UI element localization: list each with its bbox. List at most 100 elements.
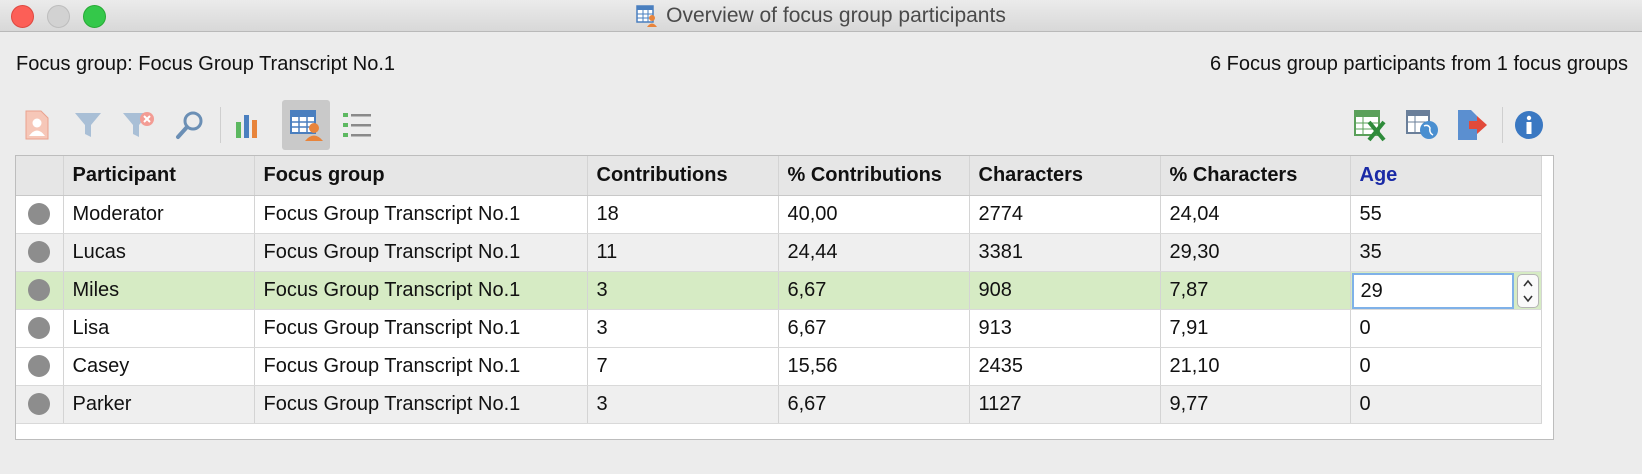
export-icon <box>1458 110 1487 140</box>
title-wrap: Overview of focus group participants <box>0 0 1642 32</box>
cell-pct-contributions[interactable]: 24,44 <box>778 233 970 272</box>
cell-pct-contributions[interactable]: 6,67 <box>778 309 970 348</box>
chevron-down-icon[interactable] <box>1518 291 1538 306</box>
row-marker <box>16 347 64 386</box>
toolbar-separator-right <box>1502 107 1503 143</box>
excel-export-icon <box>1354 110 1386 142</box>
cell-age[interactable]: 35 <box>1350 233 1542 272</box>
row-marker <box>16 195 64 234</box>
column-header-participant[interactable]: Participant <box>63 156 255 196</box>
row-marker <box>16 271 64 310</box>
chart-button[interactable] <box>228 103 268 147</box>
cell-characters[interactable]: 2435 <box>969 347 1161 386</box>
column-header-marker[interactable] <box>16 156 64 196</box>
participants-summary: 6 Focus group participants from 1 focus … <box>1210 53 1628 75</box>
excel-export-button[interactable] <box>1350 103 1390 147</box>
cell-participant[interactable]: Moderator <box>63 195 255 234</box>
cell-pct-contributions[interactable]: 6,67 <box>778 271 970 310</box>
cell-pct-contributions[interactable]: 40,00 <box>778 195 970 234</box>
cell-contributions[interactable]: 18 <box>587 195 779 234</box>
cell-contributions[interactable]: 11 <box>587 233 779 272</box>
column-header-focus-group[interactable]: Focus group <box>254 156 588 196</box>
row-marker <box>16 309 64 348</box>
cell-participant[interactable]: Lucas <box>63 233 255 272</box>
cell-participant[interactable]: Casey <box>63 347 255 386</box>
column-header-pct-characters[interactable]: % Characters <box>1160 156 1351 196</box>
age-stepper[interactable] <box>1516 273 1539 308</box>
info-icon <box>1515 111 1543 139</box>
cell-pct-characters[interactable]: 24,04 <box>1160 195 1351 234</box>
cell-focus-group[interactable]: Focus Group Transcript No.1 <box>254 233 588 272</box>
table-header-row: Participant Focus group Contributions % … <box>16 156 1542 196</box>
status-dot <box>28 203 51 226</box>
cell-participant[interactable]: Lisa <box>63 309 255 348</box>
cell-pct-characters[interactable]: 7,87 <box>1160 271 1351 310</box>
cell-pct-characters[interactable]: 21,10 <box>1160 347 1351 386</box>
cell-contributions[interactable]: 7 <box>587 347 779 386</box>
column-header-contributions[interactable]: Contributions <box>587 156 779 196</box>
cell-contributions[interactable]: 3 <box>587 309 779 348</box>
filter-button[interactable] <box>68 103 108 147</box>
cell-focus-group[interactable]: Focus Group Transcript No.1 <box>254 271 588 310</box>
cell-focus-group[interactable]: Focus Group Transcript No.1 <box>254 309 588 348</box>
column-header-age[interactable]: Age <box>1350 156 1542 196</box>
list-view-icon <box>343 113 371 137</box>
focus-group-label: Focus group: Focus Group Transcript No.1 <box>16 53 396 75</box>
cell-pct-characters[interactable]: 7,91 <box>1160 309 1351 348</box>
clear-filter-button[interactable] <box>118 103 158 147</box>
table-row[interactable]: Lucas Focus Group Transcript No.1 11 24,… <box>16 233 1542 272</box>
age-edit-box[interactable] <box>1351 272 1514 308</box>
cell-age-editing[interactable] <box>1350 271 1542 310</box>
bar-chart-icon <box>236 115 257 138</box>
cell-participant[interactable]: Miles <box>63 271 255 310</box>
cell-age[interactable]: 0 <box>1350 385 1542 424</box>
column-header-pct-contributions[interactable]: % Contributions <box>778 156 970 196</box>
toolbar-separator <box>220 107 221 143</box>
cell-characters[interactable]: 1127 <box>969 385 1161 424</box>
row-marker <box>16 233 64 272</box>
export-button[interactable] <box>1452 103 1492 147</box>
cell-age[interactable]: 55 <box>1350 195 1542 234</box>
table-view-button[interactable] <box>282 100 330 150</box>
info-button[interactable] <box>1509 103 1549 147</box>
status-dot <box>28 241 51 264</box>
table-row-selected[interactable]: Miles Focus Group Transcript No.1 3 6,67… <box>16 271 1542 310</box>
chevron-up-icon[interactable] <box>1518 276 1538 291</box>
cell-pct-characters[interactable]: 29,30 <box>1160 233 1351 272</box>
table-row[interactable]: Moderator Focus Group Transcript No.1 18… <box>16 195 1542 234</box>
search-button[interactable] <box>170 103 210 147</box>
title-bar: Overview of focus group participants <box>0 0 1642 32</box>
cell-focus-group[interactable]: Focus Group Transcript No.1 <box>254 385 588 424</box>
status-dot <box>28 317 51 340</box>
web-export-icon <box>1406 110 1438 139</box>
list-view-button[interactable] <box>337 103 377 147</box>
search-icon <box>176 111 203 139</box>
web-export-button[interactable] <box>1402 103 1442 147</box>
cell-characters[interactable]: 908 <box>969 271 1161 310</box>
cell-pct-characters[interactable]: 9,77 <box>1160 385 1351 424</box>
cell-participant[interactable]: Parker <box>63 385 255 424</box>
status-dot <box>28 355 51 378</box>
status-dot <box>28 279 51 302</box>
cell-focus-group[interactable]: Focus Group Transcript No.1 <box>254 347 588 386</box>
column-header-characters[interactable]: Characters <box>969 156 1161 196</box>
participant-button[interactable] <box>17 103 57 147</box>
cell-contributions[interactable]: 3 <box>587 385 779 424</box>
row-marker <box>16 385 64 424</box>
table-view-icon <box>290 110 323 141</box>
cell-contributions[interactable]: 3 <box>587 271 779 310</box>
cell-age[interactable]: 0 <box>1350 347 1542 386</box>
participant-icon <box>25 110 49 140</box>
table-row[interactable]: Lisa Focus Group Transcript No.1 3 6,67 … <box>16 309 1542 348</box>
table-row[interactable]: Parker Focus Group Transcript No.1 3 6,6… <box>16 385 1542 424</box>
cell-age[interactable]: 0 <box>1350 309 1542 348</box>
cell-pct-contributions[interactable]: 6,67 <box>778 385 970 424</box>
table-row[interactable]: Casey Focus Group Transcript No.1 7 15,5… <box>16 347 1542 386</box>
cell-characters[interactable]: 2774 <box>969 195 1161 234</box>
cell-pct-contributions[interactable]: 15,56 <box>778 347 970 386</box>
cell-focus-group[interactable]: Focus Group Transcript No.1 <box>254 195 588 234</box>
age-input[interactable] <box>1357 278 1506 305</box>
cell-characters[interactable]: 3381 <box>969 233 1161 272</box>
filter-clear-icon <box>123 112 154 137</box>
cell-characters[interactable]: 913 <box>969 309 1161 348</box>
